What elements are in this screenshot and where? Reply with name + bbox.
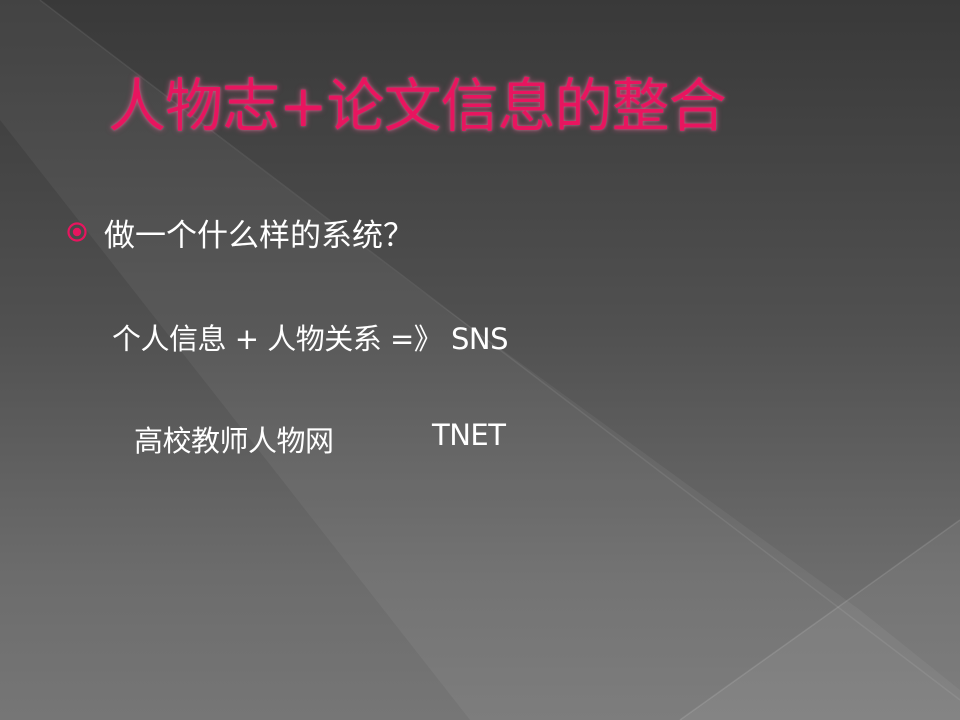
circled-dot-bullet-icon [67,222,87,242]
sns-line: 个人信息 + 人物关系 =》 SNS [112,322,508,356]
slide: 人物志+论文信息的整合 做一个什么样的系统？ 个人信息 + 人物关系 =》 SN… [0,0,960,720]
slide-title: 人物志+论文信息的整合 [108,72,727,140]
bullet-item: 做一个什么样的系统？ [66,208,414,256]
tnet-chinese-label: 高校教师人物网 [134,424,334,458]
bullet-text: 做一个什么样的系统？ [104,217,414,254]
tnet-english-label: TNET [432,418,506,452]
